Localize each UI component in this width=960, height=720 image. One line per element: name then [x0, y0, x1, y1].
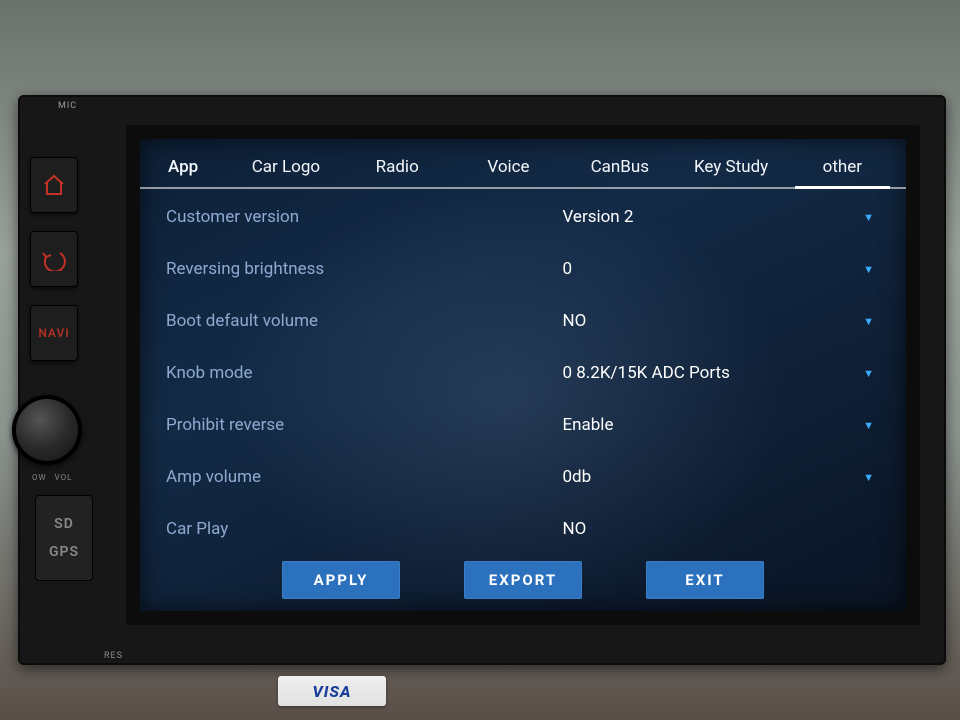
chevron-down-icon: ▼ — [832, 211, 874, 224]
chevron-down-icon: ▼ — [832, 263, 874, 276]
chevron-down-icon: ▼ — [832, 419, 874, 432]
setting-value: NO — [562, 311, 831, 331]
back-icon — [42, 247, 66, 271]
setting-value: Enable — [562, 415, 831, 435]
chevron-down-icon: ▼ — [832, 367, 874, 380]
vol-label: VOL — [55, 473, 73, 482]
setting-label: Customer version — [166, 207, 562, 227]
exit-button[interactable]: EXIT — [646, 561, 764, 599]
gps-label: GPS — [49, 538, 79, 566]
tab-radio[interactable]: Radio — [344, 149, 451, 187]
sd-gps-slot[interactable]: SD GPS — [35, 495, 93, 581]
tab-app[interactable]: App — [160, 149, 228, 187]
setting-knob-mode[interactable]: Knob mode 0 8.2K/15K ADC Ports ▼ — [140, 347, 906, 399]
setting-label: Boot default volume — [166, 311, 562, 331]
mic-label: MIC — [58, 101, 77, 111]
pow-label: OW — [32, 473, 47, 482]
back-button[interactable] — [30, 231, 78, 287]
setting-car-play[interactable]: Car Play NO — [140, 503, 906, 555]
settings-list[interactable]: Customer version Version 2 ▼ Reversing b… — [140, 189, 906, 555]
setting-boot-default-volume[interactable]: Boot default volume NO ▼ — [140, 295, 906, 347]
head-unit-bezel: MIC RES NAVI OW VOL SD GPS App Car Logo … — [18, 95, 946, 665]
chevron-down-icon: ▼ — [832, 315, 874, 328]
setting-prohibit-reverse[interactable]: Prohibit reverse Enable ▼ — [140, 399, 906, 451]
setting-amp-volume[interactable]: Amp volume 0db ▼ — [140, 451, 906, 503]
home-button[interactable] — [30, 157, 78, 213]
volume-knob[interactable] — [12, 395, 82, 465]
setting-value: 0db — [562, 467, 831, 487]
home-icon — [42, 173, 66, 197]
setting-value: NO — [562, 519, 831, 539]
visa-card-prop: VISA — [278, 676, 386, 706]
tab-other[interactable]: other — [789, 149, 896, 187]
setting-label: Knob mode — [166, 363, 562, 383]
export-button[interactable]: EXPORT — [464, 561, 582, 599]
action-bar: APPLY EXPORT EXIT — [140, 555, 906, 611]
sd-label: SD — [54, 510, 74, 538]
setting-label: Prohibit reverse — [166, 415, 562, 435]
hardware-button-column: NAVI — [30, 157, 78, 361]
setting-reversing-brightness[interactable]: Reversing brightness 0 ▼ — [140, 243, 906, 295]
apply-button[interactable]: APPLY — [282, 561, 400, 599]
tab-canbus[interactable]: CanBus — [566, 149, 673, 187]
navi-button[interactable]: NAVI — [30, 305, 78, 361]
setting-value: Version 2 — [562, 207, 831, 227]
tab-bar: App Car Logo Radio Voice CanBus Key Stud… — [140, 139, 906, 189]
res-label: RES — [104, 651, 123, 661]
pow-vol-labels: OW VOL — [32, 473, 72, 482]
setting-label: Amp volume — [166, 467, 562, 487]
setting-value: 0 — [562, 259, 831, 279]
tab-car-logo[interactable]: Car Logo — [232, 149, 339, 187]
setting-label: Car Play — [166, 519, 562, 539]
setting-value: 0 8.2K/15K ADC Ports — [562, 363, 831, 383]
setting-label: Reversing brightness — [166, 259, 562, 279]
tab-voice[interactable]: Voice — [455, 149, 562, 187]
touchscreen: App Car Logo Radio Voice CanBus Key Stud… — [126, 125, 920, 625]
chevron-down-icon: ▼ — [832, 471, 874, 484]
tab-key-study[interactable]: Key Study — [677, 149, 784, 187]
setting-customer-version[interactable]: Customer version Version 2 ▼ — [140, 191, 906, 243]
